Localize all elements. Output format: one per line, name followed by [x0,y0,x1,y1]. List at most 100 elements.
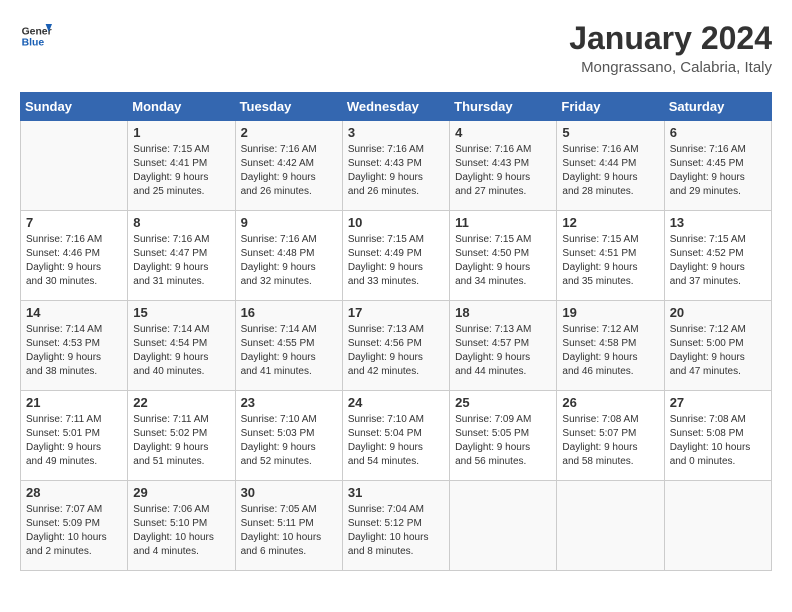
calendar-cell [450,481,557,571]
day-number: 25 [455,395,551,410]
day-number: 4 [455,125,551,140]
day-info: Sunrise: 7:12 AMSunset: 4:58 PMDaylight:… [562,323,658,379]
calendar-cell: 17 Sunrise: 7:13 AMSunset: 4:56 PMDayligh… [342,301,449,391]
day-number: 13 [670,215,766,230]
day-number: 29 [133,485,229,500]
day-number: 24 [348,395,444,410]
calendar-week-row: 1 Sunrise: 7:15 AMSunset: 4:41 PMDaylight… [21,121,772,211]
day-info: Sunrise: 7:11 AMSunset: 5:02 PMDaylight:… [133,413,229,469]
day-number: 18 [455,305,551,320]
day-number: 27 [670,395,766,410]
day-info: Sunrise: 7:09 AMSunset: 5:05 PMDaylight:… [455,413,551,469]
calendar-cell: 31 Sunrise: 7:04 AMSunset: 5:12 PMDayligh… [342,481,449,571]
column-header-saturday: Saturday [664,93,771,121]
calendar-cell: 24 Sunrise: 7:10 AMSunset: 5:04 PMDayligh… [342,391,449,481]
calendar-cell: 14 Sunrise: 7:14 AMSunset: 4:53 PMDayligh… [21,301,128,391]
svg-text:Blue: Blue [22,38,45,49]
day-info: Sunrise: 7:14 AMSunset: 4:55 PMDaylight:… [241,323,337,379]
column-header-wednesday: Wednesday [342,93,449,121]
calendar-cell: 12Sunrise: 7:15 AMSunset: 4:51 PMDayligh… [557,211,664,301]
day-number: 9 [241,215,337,230]
day-number: 2 [241,125,337,140]
day-info: Sunrise: 7:08 AMSunset: 5:08 PMDaylight:… [670,413,766,469]
calendar-cell: 2 Sunrise: 7:16 AMSunset: 4:42 AMDaylight… [235,121,342,211]
day-number: 15 [133,305,229,320]
day-number: 11 [455,215,551,230]
day-info: Sunrise: 7:10 AMSunset: 5:04 PMDaylight:… [348,413,444,469]
day-number: 5 [562,125,658,140]
calendar-cell: 25 Sunrise: 7:09 AMSunset: 5:05 PMDayligh… [450,391,557,481]
calendar-cell: 13 Sunrise: 7:15 AMSunset: 4:52 PMDayligh… [664,211,771,301]
day-info: Sunrise: 7:16 AMSunset: 4:44 PMDaylight:… [562,143,658,199]
day-info: Sunrise: 7:14 AMSunset: 4:54 PMDaylight:… [133,323,229,379]
day-number: 23 [241,395,337,410]
day-info: Sunrise: 7:05 AMSunset: 5:11 PMDaylight:… [241,503,337,559]
calendar-week-row: 7 Sunrise: 7:16 AMSunset: 4:46 PMDaylight… [21,211,772,301]
day-number: 20 [670,305,766,320]
day-number: 14 [26,305,122,320]
day-number: 12 [562,215,658,230]
day-number: 1 [133,125,229,140]
day-info: Sunrise: 7:12 AMSunset: 5:00 PMDaylight:… [670,323,766,379]
calendar-cell: 20 Sunrise: 7:12 AMSunset: 5:00 PMDayligh… [664,301,771,391]
calendar-cell: 21Sunrise: 7:11 AMSunset: 5:01 PMDayligh… [21,391,128,481]
calendar-cell: 1 Sunrise: 7:15 AMSunset: 4:41 PMDaylight… [128,121,235,211]
calendar-week-row: 21Sunrise: 7:11 AMSunset: 5:01 PMDayligh… [21,391,772,481]
calendar-cell: 22 Sunrise: 7:11 AMSunset: 5:02 PMDayligh… [128,391,235,481]
month-year-title: January 2024 [569,20,772,57]
location-subtitle: Mongrassano, Calabria, Italy [569,59,772,76]
calendar-cell [557,481,664,571]
day-info: Sunrise: 7:07 AMSunset: 5:09 PMDaylight:… [26,503,122,559]
day-number: 26 [562,395,658,410]
day-info: Sunrise: 7:16 AMSunset: 4:46 PMDaylight:… [26,233,122,289]
day-info: Sunrise: 7:04 AMSunset: 5:12 PMDaylight:… [348,503,444,559]
day-info: Sunrise: 7:16 AMSunset: 4:43 PMDaylight:… [348,143,444,199]
day-number: 30 [241,485,337,500]
calendar-header-row: SundayMondayTuesdayWednesdayThursdayFrid… [21,93,772,121]
day-info: Sunrise: 7:16 AMSunset: 4:48 PMDaylight:… [241,233,337,289]
day-info: Sunrise: 7:15 AMSunset: 4:52 PMDaylight:… [670,233,766,289]
calendar-cell: 7 Sunrise: 7:16 AMSunset: 4:46 PMDaylight… [21,211,128,301]
day-number: 6 [670,125,766,140]
day-info: Sunrise: 7:13 AMSunset: 4:56 PMDaylight:… [348,323,444,379]
calendar-cell: 15 Sunrise: 7:14 AMSunset: 4:54 PMDayligh… [128,301,235,391]
day-number: 8 [133,215,229,230]
calendar-cell: 5 Sunrise: 7:16 AMSunset: 4:44 PMDaylight… [557,121,664,211]
day-number: 16 [241,305,337,320]
day-number: 3 [348,125,444,140]
column-header-friday: Friday [557,93,664,121]
day-info: Sunrise: 7:16 AMSunset: 4:47 PMDaylight:… [133,233,229,289]
day-info: Sunrise: 7:10 AMSunset: 5:03 PMDaylight:… [241,413,337,469]
day-info: Sunrise: 7:14 AMSunset: 4:53 PMDaylight:… [26,323,122,379]
calendar-cell: 18 Sunrise: 7:13 AMSunset: 4:57 PMDayligh… [450,301,557,391]
calendar-cell: 6Sunrise: 7:16 AMSunset: 4:45 PMDaylight… [664,121,771,211]
title-block: January 2024 Mongrassano, Calabria, Ital… [569,20,772,76]
day-info: Sunrise: 7:15 AMSunset: 4:41 PMDaylight:… [133,143,229,199]
day-number: 31 [348,485,444,500]
calendar-cell: 11 Sunrise: 7:15 AMSunset: 4:50 PMDayligh… [450,211,557,301]
calendar-cell: 23 Sunrise: 7:10 AMSunset: 5:03 PMDayligh… [235,391,342,481]
calendar-cell: 4Sunrise: 7:16 AMSunset: 4:43 PMDaylight… [450,121,557,211]
calendar-cell: 28 Sunrise: 7:07 AMSunset: 5:09 PMDayligh… [21,481,128,571]
calendar-cell: 16 Sunrise: 7:14 AMSunset: 4:55 PMDayligh… [235,301,342,391]
calendar-cell: 8 Sunrise: 7:16 AMSunset: 4:47 PMDaylight… [128,211,235,301]
day-info: Sunrise: 7:16 AMSunset: 4:42 AMDaylight:… [241,143,337,199]
day-number: 28 [26,485,122,500]
logo: General Blue [20,20,52,52]
calendar-cell: 9 Sunrise: 7:16 AMSunset: 4:48 PMDaylight… [235,211,342,301]
calendar-cell: 19Sunrise: 7:12 AMSunset: 4:58 PMDayligh… [557,301,664,391]
calendar-cell: 27 Sunrise: 7:08 AMSunset: 5:08 PMDayligh… [664,391,771,481]
day-info: Sunrise: 7:15 AMSunset: 4:50 PMDaylight:… [455,233,551,289]
calendar-cell: 30 Sunrise: 7:05 AMSunset: 5:11 PMDayligh… [235,481,342,571]
column-header-monday: Monday [128,93,235,121]
day-number: 7 [26,215,122,230]
calendar-cell: 26Sunrise: 7:08 AMSunset: 5:07 PMDayligh… [557,391,664,481]
day-info: Sunrise: 7:06 AMSunset: 5:10 PMDaylight:… [133,503,229,559]
column-header-tuesday: Tuesday [235,93,342,121]
day-info: Sunrise: 7:13 AMSunset: 4:57 PMDaylight:… [455,323,551,379]
column-header-thursday: Thursday [450,93,557,121]
calendar-table: SundayMondayTuesdayWednesdayThursdayFrid… [20,92,772,571]
calendar-week-row: 14 Sunrise: 7:14 AMSunset: 4:53 PMDayligh… [21,301,772,391]
day-number: 22 [133,395,229,410]
day-number: 17 [348,305,444,320]
